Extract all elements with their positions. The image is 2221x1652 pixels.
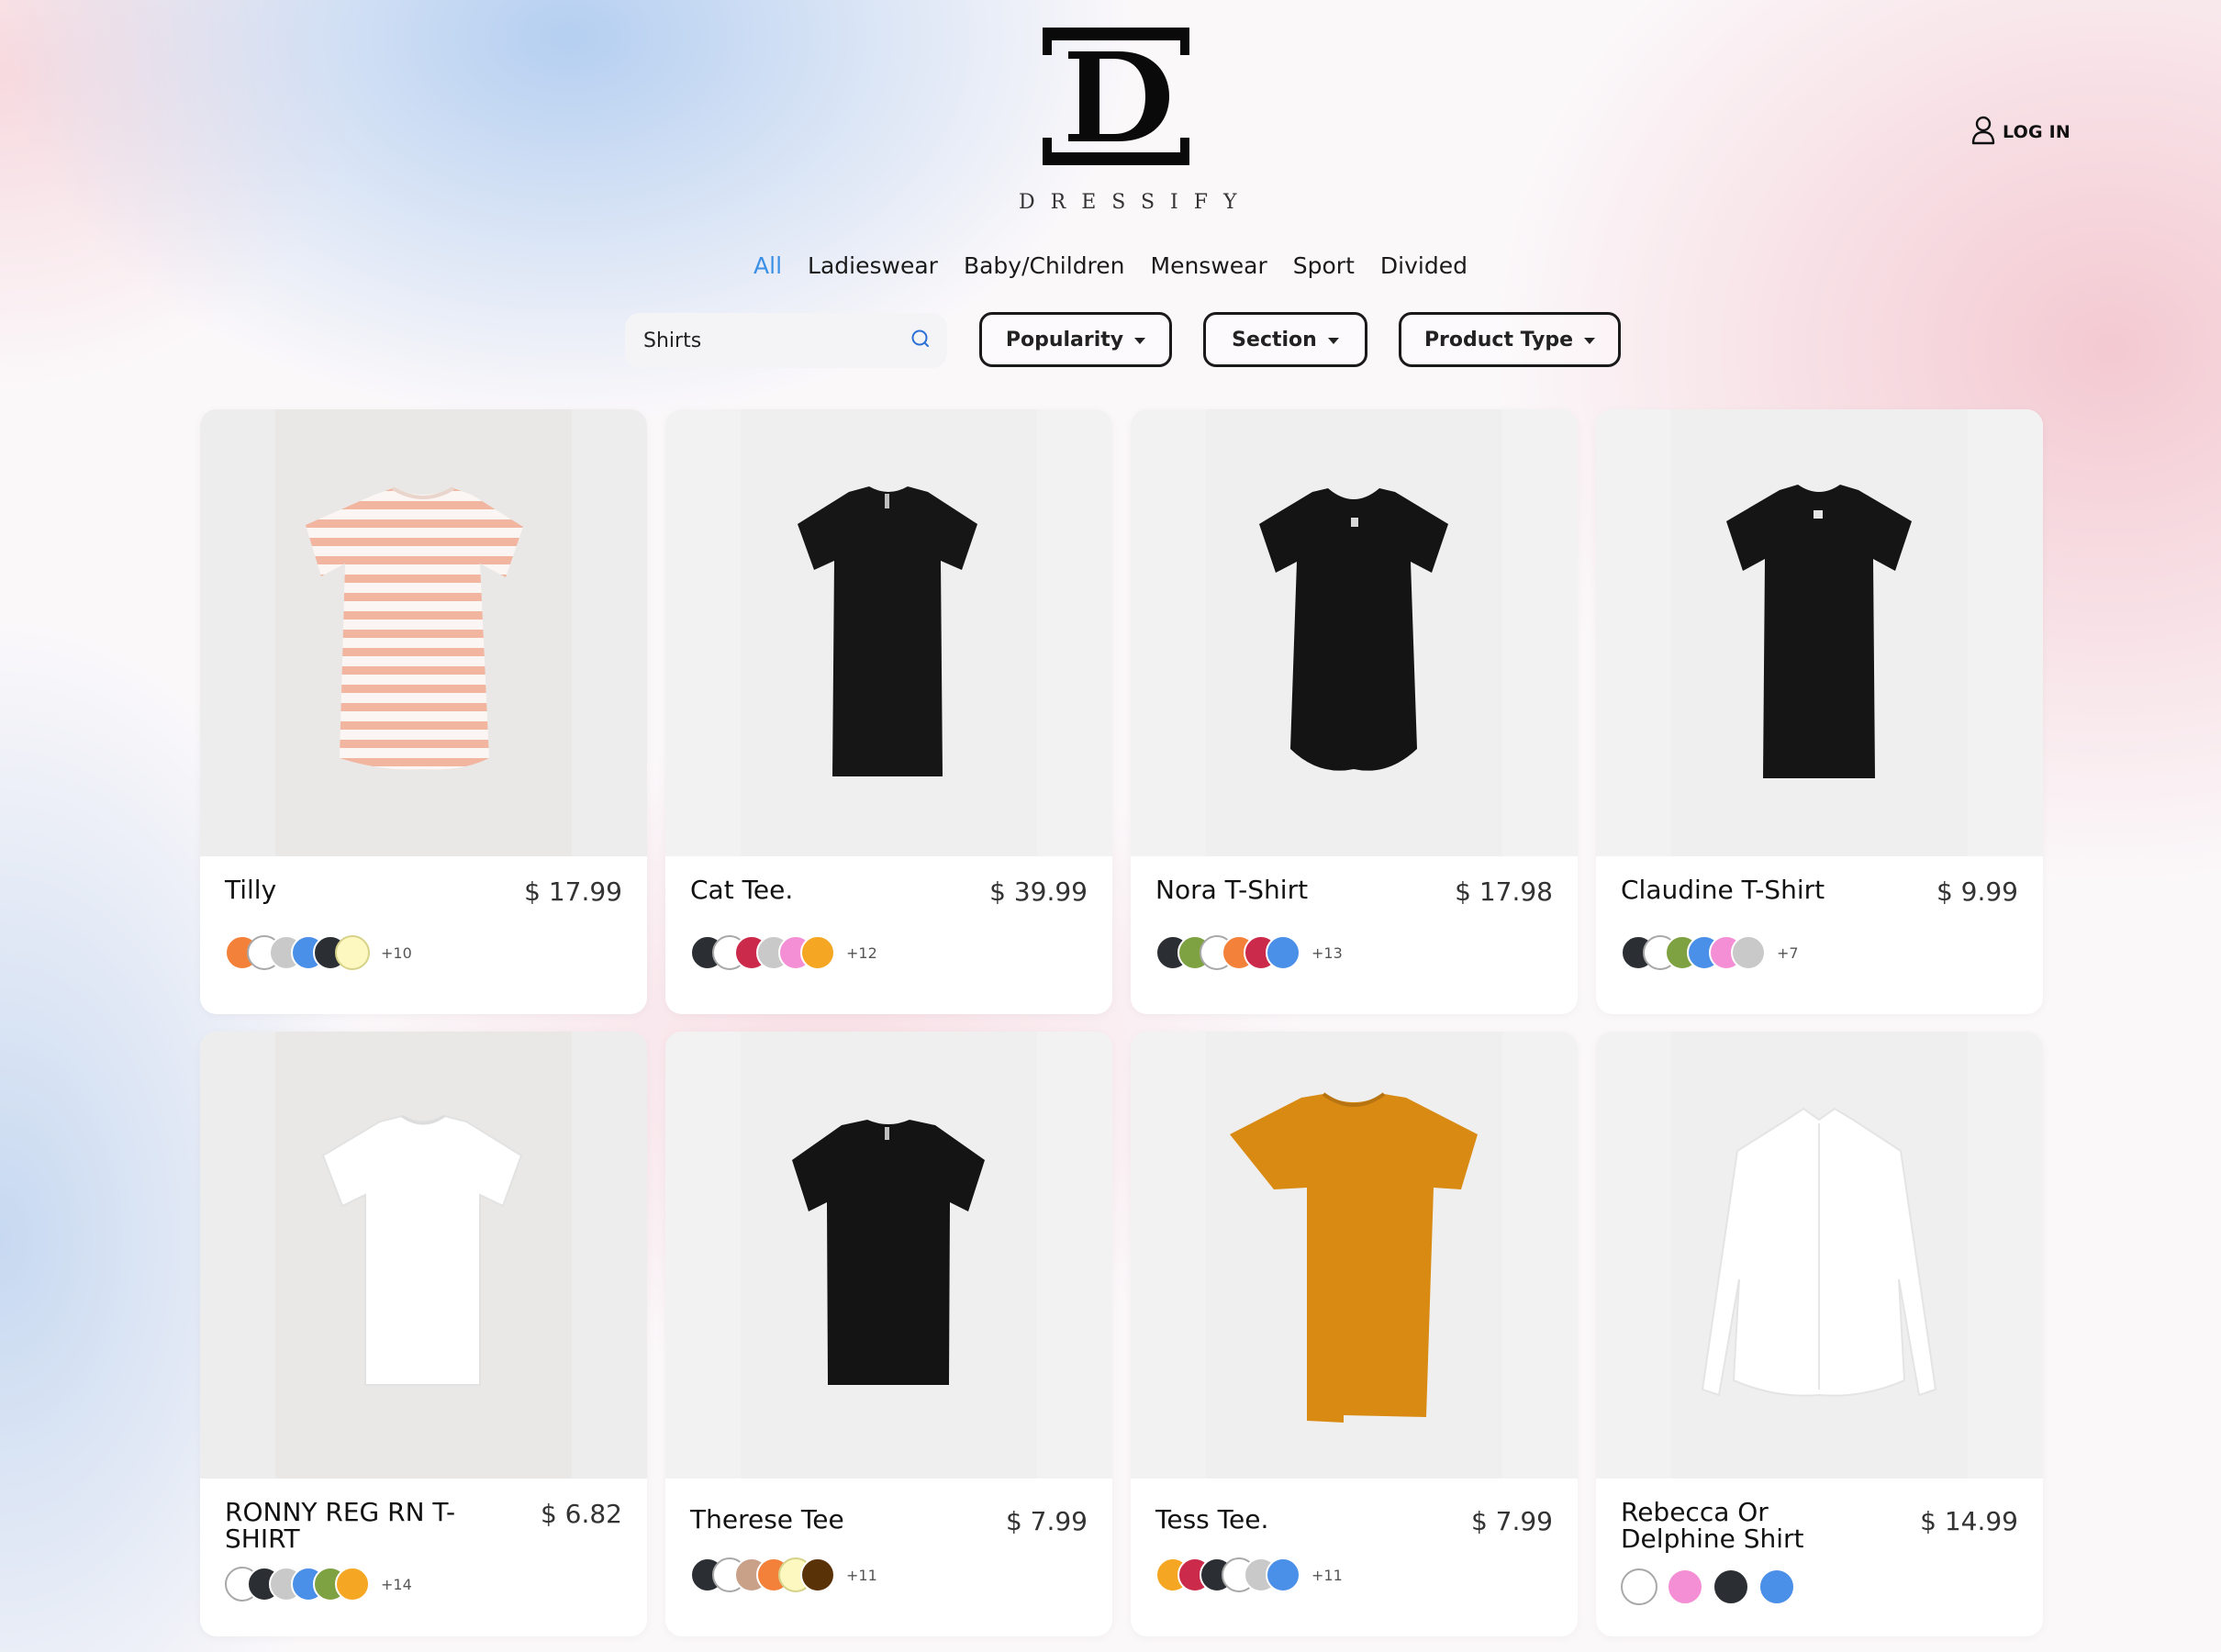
product-price: $ 39.99 bbox=[989, 876, 1088, 907]
color-swatch[interactable] bbox=[1621, 1568, 1657, 1605]
search-input[interactable] bbox=[642, 328, 910, 353]
nav-item-all[interactable]: All bbox=[753, 252, 782, 279]
login-label: LOG IN bbox=[2003, 122, 2070, 142]
product-image bbox=[200, 1032, 647, 1479]
product-price: $ 17.99 bbox=[524, 876, 622, 907]
more-colors-count[interactable]: +11 bbox=[846, 1567, 877, 1584]
product-card[interactable]: RONNY REG RN T-SHIRT $ 6.82 +14 bbox=[200, 1032, 647, 1636]
popularity-dropdown[interactable]: Popularity bbox=[979, 312, 1172, 367]
login-button[interactable]: LOG IN bbox=[1971, 114, 2070, 151]
product-price: $ 6.82 bbox=[540, 1499, 622, 1529]
white-shirt-icon bbox=[1701, 1107, 1937, 1397]
color-swatch[interactable] bbox=[1667, 1568, 1703, 1605]
more-colors-count[interactable]: +7 bbox=[1777, 944, 1799, 962]
nav-item-baby-children[interactable]: Baby/Children bbox=[964, 252, 1125, 279]
brand-name: DRESSIFY bbox=[1019, 191, 1253, 214]
color-swatches: +11 bbox=[690, 1557, 877, 1592]
product-image bbox=[665, 1032, 1112, 1479]
product-price: $ 9.99 bbox=[1936, 876, 2018, 907]
product-price: $ 14.99 bbox=[1920, 1506, 2018, 1536]
product-type-label: Product Type bbox=[1423, 328, 1574, 352]
user-icon bbox=[1971, 116, 1995, 149]
product-image bbox=[1131, 1032, 1578, 1479]
more-colors-count[interactable]: +12 bbox=[846, 944, 877, 962]
product-card[interactable]: Therese Tee $ 7.99 +11 bbox=[665, 1032, 1112, 1636]
chevron-down-icon bbox=[1327, 338, 1339, 344]
white-tee-icon bbox=[321, 1114, 523, 1386]
color-swatch[interactable] bbox=[800, 935, 835, 970]
color-swatches: +12 bbox=[690, 935, 877, 970]
black-boxy-tee-icon bbox=[792, 1120, 985, 1385]
striped-tee-icon bbox=[306, 486, 523, 770]
color-swatches: +7 bbox=[1621, 935, 1799, 970]
filter-bar: Popularity Section Product Type bbox=[0, 312, 2221, 371]
category-nav: All Ladieswear Baby/Children Menswear Sp… bbox=[0, 252, 2221, 279]
nav-item-divided[interactable]: Divided bbox=[1380, 252, 1468, 279]
color-swatches bbox=[1621, 1568, 1804, 1605]
color-swatch[interactable] bbox=[1758, 1568, 1795, 1605]
popularity-label: Popularity bbox=[1005, 328, 1124, 352]
product-name: Claudine T-Shirt bbox=[1621, 875, 1825, 905]
search-box bbox=[625, 313, 947, 368]
product-name: Cat Tee. bbox=[690, 875, 794, 905]
color-swatch[interactable] bbox=[1266, 935, 1300, 970]
chevron-down-icon bbox=[1134, 338, 1146, 344]
product-card[interactable]: Claudine T-Shirt $ 9.99 +7 bbox=[1596, 409, 2043, 1014]
monogram-icon bbox=[1043, 28, 1189, 165]
product-name: Nora T-Shirt bbox=[1155, 875, 1309, 905]
more-colors-count[interactable]: +14 bbox=[381, 1576, 412, 1593]
product-image bbox=[1131, 409, 1578, 856]
nav-item-menswear[interactable]: Menswear bbox=[1151, 252, 1267, 279]
product-type-dropdown[interactable]: Product Type bbox=[1399, 312, 1621, 367]
product-image bbox=[665, 409, 1112, 856]
product-card[interactable]: Tess Tee. $ 7.99 +11 bbox=[1131, 1032, 1578, 1636]
product-name: RONNY REG RN T-SHIRT bbox=[225, 1497, 456, 1554]
product-card[interactable]: Cat Tee. $ 39.99 +12 bbox=[665, 409, 1112, 1014]
black-tee-icon bbox=[798, 486, 977, 776]
color-swatches: +10 bbox=[225, 935, 412, 970]
chevron-down-icon bbox=[1584, 338, 1596, 344]
section-label: Section bbox=[1232, 328, 1317, 352]
more-colors-count[interactable]: +11 bbox=[1311, 1567, 1343, 1584]
color-swatch[interactable] bbox=[800, 1557, 835, 1592]
section-dropdown[interactable]: Section bbox=[1203, 312, 1367, 367]
color-swatch[interactable] bbox=[1713, 1568, 1749, 1605]
product-image bbox=[1596, 1032, 2043, 1479]
product-image bbox=[200, 409, 647, 856]
product-name: Tilly bbox=[225, 875, 277, 905]
product-price: $ 7.99 bbox=[1005, 1506, 1088, 1536]
search-icon[interactable] bbox=[910, 329, 931, 352]
more-colors-count[interactable]: +10 bbox=[381, 944, 412, 962]
color-swatches: +11 bbox=[1155, 1557, 1343, 1592]
product-price: $ 17.98 bbox=[1455, 876, 1553, 907]
color-swatches: +14 bbox=[225, 1567, 412, 1602]
nav-item-ladieswear[interactable]: Ladieswear bbox=[808, 252, 938, 279]
nav-item-sport[interactable]: Sport bbox=[1293, 252, 1355, 279]
product-name: Tess Tee. bbox=[1155, 1504, 1269, 1535]
color-swatches: +13 bbox=[1155, 935, 1343, 970]
mustard-tee-icon bbox=[1230, 1092, 1478, 1423]
product-name: Rebecca Or Delphine Shirt bbox=[1621, 1497, 1804, 1554]
black-tee-icon bbox=[1726, 485, 1912, 778]
color-swatch[interactable] bbox=[1731, 935, 1766, 970]
product-name: Therese Tee bbox=[690, 1504, 844, 1535]
product-image bbox=[1596, 409, 2043, 856]
more-colors-count[interactable]: +13 bbox=[1311, 944, 1343, 962]
color-swatch[interactable] bbox=[1266, 1557, 1300, 1592]
product-price: $ 7.99 bbox=[1470, 1506, 1553, 1536]
product-card[interactable]: Tilly $ 17.99 +10 bbox=[200, 409, 647, 1014]
color-swatch[interactable] bbox=[335, 1567, 370, 1602]
product-card[interactable]: Rebecca Or Delphine Shirt $ 14.99 bbox=[1596, 1032, 2043, 1636]
color-swatch[interactable] bbox=[335, 935, 370, 970]
black-scoop-tee-icon bbox=[1259, 488, 1448, 771]
product-card[interactable]: Nora T-Shirt $ 17.98 +13 bbox=[1131, 409, 1578, 1014]
